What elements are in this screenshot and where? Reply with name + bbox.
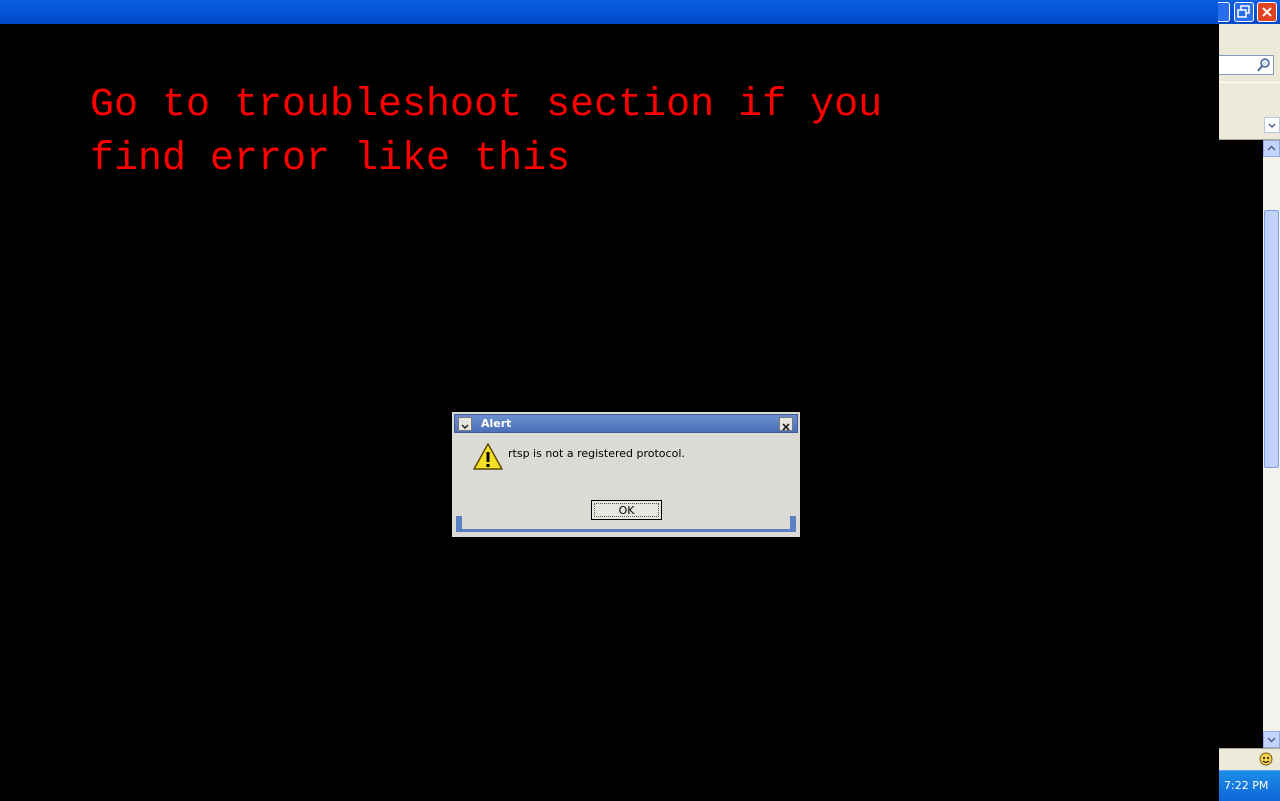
chevron-down-icon	[1268, 123, 1276, 129]
close-window-button[interactable]	[1257, 2, 1277, 22]
dialog-titlebar[interactable]: Alert	[454, 414, 798, 433]
alert-dialog: Alert rtsp is not a registered protocol.…	[451, 411, 801, 538]
scroll-up-button[interactable]	[1263, 140, 1280, 157]
ok-button-label: OK	[618, 503, 635, 517]
warning-icon	[473, 443, 503, 470]
window-titlebar	[0, 0, 1280, 25]
dialog-border-right	[790, 516, 796, 530]
scroll-thumb[interactable]	[1264, 210, 1279, 468]
browser-toolbar	[1219, 24, 1280, 53]
taskbar-clock[interactable]: 7:22 PM	[1224, 779, 1268, 792]
scroll-down-button[interactable]	[1263, 731, 1280, 748]
address-dropdown-button[interactable]	[1264, 117, 1280, 133]
dialog-menu-button[interactable]	[458, 417, 472, 431]
dialog-body: rtsp is not a registered protocol. OK	[456, 434, 796, 531]
dialog-message: rtsp is not a registered protocol.	[508, 447, 685, 460]
restore-icon	[1237, 5, 1250, 18]
minimize-button[interactable]	[1218, 2, 1230, 22]
links-toolbar	[1219, 82, 1280, 112]
close-icon	[1262, 7, 1272, 17]
dialog-border-bottom	[456, 529, 796, 532]
search-icon[interactable]	[1256, 57, 1272, 73]
smiley-icon	[1259, 752, 1273, 766]
dialog-title: Alert	[481, 417, 512, 430]
close-icon	[782, 423, 790, 431]
restore-button[interactable]	[1234, 2, 1254, 22]
instruction-caption: Go to troubleshoot section if you find e…	[90, 83, 883, 182]
dialog-close-button[interactable]	[779, 417, 793, 431]
dialog-border-left	[456, 516, 462, 530]
ok-button[interactable]: OK	[591, 500, 662, 520]
chevron-down-icon	[1267, 737, 1276, 743]
chevron-down-icon	[461, 424, 469, 430]
chevron-up-icon	[1267, 145, 1276, 151]
